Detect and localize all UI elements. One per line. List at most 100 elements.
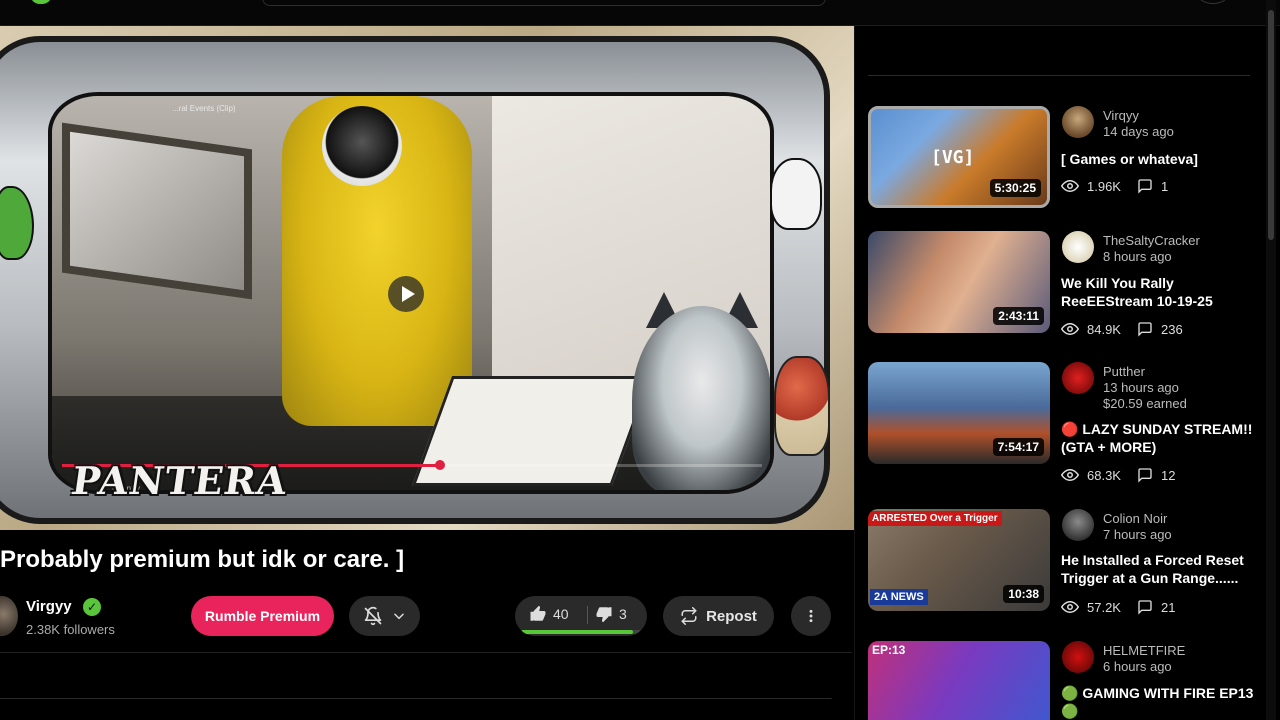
follower-count: 2.38K followers (26, 622, 115, 637)
eye-icon (1061, 600, 1079, 614)
thumbnail-episode: EP:13 (872, 643, 906, 657)
video-duration: 5:30:25 (989, 179, 1041, 197)
comment-icon (1138, 322, 1152, 337)
channel-name[interactable]: HELMETFIRE (1103, 643, 1185, 658)
channel-name[interactable]: Colion Noir (1103, 511, 1167, 526)
recommendation-item[interactable]: EP:13 HELMETFIRE 6 hours ago 🟢 GAMING WI… (868, 641, 1258, 720)
upload-age: 6 hours ago (1103, 659, 1172, 674)
channel-name[interactable]: TheSaltyCracker (1103, 233, 1200, 248)
recommendation-stats: 84.9K 236 (1061, 321, 1183, 337)
comment-icon (1138, 179, 1152, 194)
downvote-button[interactable]: 3 (595, 596, 627, 632)
video-duration: 10:38 (1003, 585, 1044, 603)
video-player[interactable]: ...ral Events (Clip) Reentry PANTERA (0, 26, 854, 530)
thumbnail-badge: 2A NEWS (870, 589, 928, 605)
thumbs-up-icon (530, 605, 546, 621)
channel-name[interactable]: Virgyy (26, 598, 72, 615)
search-input[interactable] (262, 0, 826, 6)
channel-avatar[interactable] (1062, 509, 1094, 541)
repost-label: Repost (706, 607, 757, 625)
mushroom-sticker (774, 356, 830, 456)
recommendation-item[interactable]: [VG] 5:30:25 Virqyy 14 days ago [ Games … (868, 106, 1258, 212)
band-logo: PANTERA (68, 458, 291, 503)
like-count: 40 (553, 606, 569, 622)
vote-ratio-fill (521, 630, 633, 634)
channel-avatar[interactable] (1062, 106, 1094, 138)
upload-age: 13 hours ago (1103, 380, 1179, 395)
recommendation-title[interactable]: We Kill You Rally ReeEEStream 10-19-25 (1061, 274, 1256, 310)
channel-name[interactable]: Putther (1103, 364, 1145, 379)
view-count: 84.9K (1087, 321, 1121, 337)
recommendation-thumbnail[interactable]: EP:13 (868, 641, 1050, 720)
recommendation-item[interactable]: 7:54:17 Putther 13 hours ago $20.59 earn… (868, 362, 1258, 483)
rumble-logo[interactable] (30, 0, 52, 4)
thumbnail-banner: ARRESTED Over a Trigger (868, 511, 1002, 526)
comment-count: 12 (1160, 467, 1176, 483)
earnings-label: $20.59 earned (1103, 396, 1187, 411)
recommendation-stats: 57.2K 21 (1061, 599, 1175, 615)
vote-control: 40 3 (515, 596, 647, 636)
scene-window (62, 122, 252, 300)
recommendation-item[interactable]: ARRESTED Over a Trigger 2A NEWS 10:38 Co… (868, 509, 1258, 615)
play-button[interactable] (388, 276, 424, 312)
recommendation-title[interactable]: 🔴 LAZY SUNDAY STREAM!! (GTA + MORE) (1061, 420, 1256, 456)
divider (0, 652, 852, 653)
upload-age: 8 hours ago (1103, 249, 1172, 264)
scene-tub (411, 376, 653, 486)
comment-icon (1138, 600, 1152, 615)
upvote-button[interactable]: 40 (529, 596, 569, 632)
scene-mask (322, 106, 402, 186)
view-count: 57.2K (1087, 599, 1121, 615)
vote-ratio-bar (521, 630, 641, 634)
comment-count: 1 (1160, 178, 1169, 194)
view-count: 68.3K (1087, 467, 1121, 483)
recommendation-stats: 1.96K 1 (1061, 178, 1168, 194)
recommendation-title[interactable]: He Installed a Forced Reset Trigger at a… (1061, 551, 1256, 587)
eye-icon (1061, 179, 1079, 193)
recommendation-thumbnail[interactable]: 7:54:17 (868, 362, 1050, 464)
comment-count: 21 (1160, 599, 1176, 615)
scrollbar-thumb[interactable] (1268, 10, 1274, 240)
repost-button[interactable]: Repost (663, 596, 774, 636)
thumbnail-text: [VG] (931, 147, 975, 168)
panel-divider (854, 26, 855, 720)
upload-age: 7 hours ago (1103, 527, 1172, 542)
dislike-count: 3 (619, 606, 627, 622)
vote-separator (587, 606, 588, 624)
notification-toggle[interactable] (349, 596, 420, 636)
channel-avatar[interactable] (0, 596, 18, 636)
description-box-edge (0, 698, 832, 699)
thumbs-down-icon (596, 607, 612, 623)
verified-icon: ✓ (83, 598, 101, 616)
recommendation-title[interactable]: 🟢 GAMING WITH FIRE EP13 🟢 (1061, 684, 1256, 720)
eye-icon (1061, 322, 1079, 336)
comment-icon (1138, 468, 1152, 483)
user-avatar[interactable] (1198, 0, 1228, 4)
more-options-button[interactable] (791, 596, 831, 636)
top-bar (0, 0, 1280, 26)
bell-off-icon (364, 606, 382, 626)
more-vertical-icon (809, 609, 813, 623)
rumble-premium-button[interactable]: Rumble Premium (191, 596, 334, 636)
channel-avatar[interactable] (1062, 362, 1094, 394)
comment-count: 236 (1160, 321, 1183, 337)
channel-avatar[interactable] (1062, 231, 1094, 263)
clip-label: ...ral Events (Clip) (172, 104, 236, 113)
channel-name[interactable]: Virqyy (1103, 108, 1139, 123)
upload-age: 14 days ago (1103, 124, 1174, 139)
recommendation-thumbnail[interactable]: 2:43:11 (868, 231, 1050, 333)
recommendation-title[interactable]: [ Games or whateva] (1061, 150, 1256, 168)
sidebar-divider (868, 75, 1250, 76)
channel-avatar[interactable] (1062, 641, 1094, 673)
recommendation-stats: 68.3K 12 (1061, 467, 1175, 483)
repost-icon (681, 607, 697, 625)
eye-icon (1061, 468, 1079, 482)
progress-knob[interactable] (435, 460, 445, 470)
video-title: Probably premium but idk or care. ] (0, 546, 405, 573)
video-duration: 7:54:17 (992, 438, 1044, 456)
chevron-down-icon[interactable] (392, 609, 406, 623)
recommendation-thumbnail[interactable]: [VG] 5:30:25 (868, 106, 1050, 208)
recommendation-thumbnail[interactable]: ARRESTED Over a Trigger 2A NEWS 10:38 (868, 509, 1050, 611)
recommendation-item[interactable]: 2:43:11 TheSaltyCracker 8 hours ago We K… (868, 231, 1258, 337)
video-duration: 2:43:11 (993, 307, 1044, 325)
